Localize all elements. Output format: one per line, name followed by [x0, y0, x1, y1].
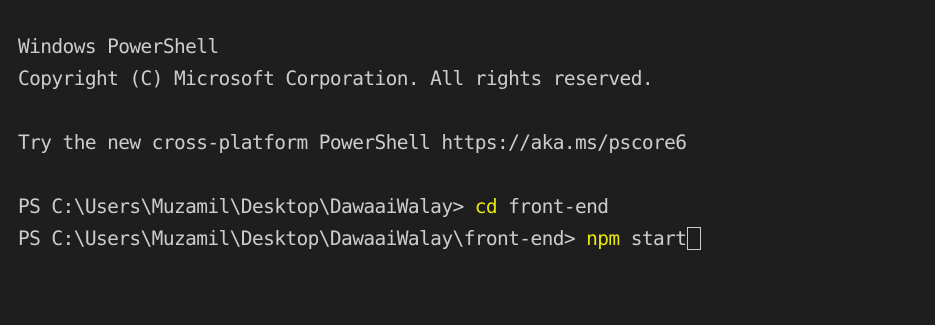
command-args: start [619, 227, 687, 250]
copyright-line: Copyright (C) Microsoft Corporation. All… [18, 67, 654, 90]
command-line-2: PS C:\Users\Muzamil\Desktop\DawaaiWalay\… [18, 223, 702, 255]
command: cd [474, 195, 498, 218]
prompt: PS C:\Users\Muzamil\Desktop\DawaaiWalay\… [18, 227, 587, 250]
command-line-1: PS C:\Users\Muzamil\Desktop\DawaaiWalay>… [18, 191, 609, 223]
header-line: Windows PowerShell [18, 35, 219, 58]
command-args: front-end [497, 195, 609, 218]
prompt: PS C:\Users\Muzamil\Desktop\DawaaiWalay> [18, 195, 475, 218]
terminal-panel[interactable]: Windows PowerShell Copyright (C) Microso… [0, 0, 943, 333]
cursor-icon[interactable] [687, 227, 702, 250]
try-message-line: Try the new cross-platform PowerShell ht… [18, 131, 687, 154]
command: npm [586, 227, 620, 250]
